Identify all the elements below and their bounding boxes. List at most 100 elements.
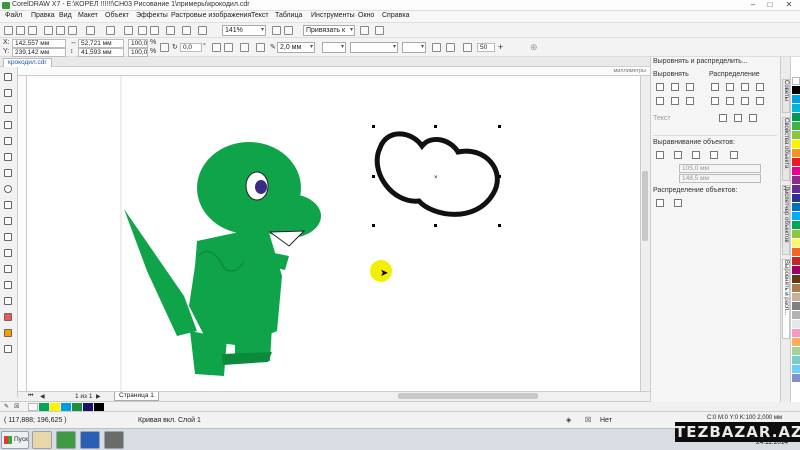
menu-window[interactable]: Окно [358,12,374,19]
menu-effects[interactable]: Эффекты [136,12,168,19]
menu-view[interactable]: Вид [59,12,72,19]
menu-layout[interactable]: Макет [78,12,98,19]
reduce-nodes-icon[interactable] [432,43,441,52]
redo-icon[interactable] [106,26,115,35]
palette-swatch[interactable] [792,311,800,319]
palette-swatch[interactable] [792,266,800,274]
launch-icon[interactable] [375,26,384,35]
tab-hints[interactable]: Советы [782,79,790,113]
distribute-to-page-icon[interactable] [674,199,682,207]
text-last-line-icon[interactable] [734,114,742,122]
align-to-point-icon[interactable] [730,151,738,159]
palette-swatch[interactable] [792,104,800,112]
import-icon[interactable] [138,26,147,35]
parallel-dimension-tool-icon[interactable] [4,233,14,243]
position-y-field[interactable]: 148,5 мм [679,174,761,183]
distribute-top-icon[interactable] [711,97,719,105]
palette-swatch[interactable] [792,347,800,355]
palette-swatch[interactable] [792,158,800,166]
align-top-icon[interactable] [656,97,664,105]
document-palette-swatch[interactable] [50,403,60,411]
palette-swatch[interactable] [792,365,800,373]
lock-ratio-icon[interactable] [160,43,169,52]
menu-text[interactable]: Текст [251,12,269,19]
shape-tool-icon[interactable] [4,89,14,99]
tab-object-properties[interactable]: Свойства объекта [782,117,790,181]
start-arrowhead-combo[interactable]: ▾ [322,42,346,53]
align-center-v-icon[interactable] [671,97,679,105]
curve-smoothing-icon[interactable] [463,43,472,52]
palette-swatch[interactable] [792,140,800,148]
line-style-combo[interactable]: ▾ [350,42,398,53]
end-arrowhead-combo[interactable]: ▾ [402,42,426,53]
document-palette-swatch[interactable] [72,403,82,411]
menu-bitmaps[interactable]: Растровые изображения [171,12,251,19]
artistic-media-tool-icon[interactable] [4,153,14,163]
word-taskbar-icon[interactable] [80,431,100,449]
menu-object[interactable]: Объект [105,12,129,19]
menu-tools[interactable]: Инструменты [311,12,355,19]
palette-swatch[interactable] [792,113,800,121]
palette-swatch[interactable] [792,194,800,202]
options-gear-icon[interactable] [360,26,369,35]
smart-fill-tool-icon[interactable] [4,329,14,339]
palette-dropper-icon[interactable]: ✎ [4,403,9,410]
cut-icon[interactable] [44,26,53,35]
undo-icon[interactable] [86,26,95,35]
palette-swatch[interactable] [792,275,800,283]
distribute-to-selection-icon[interactable] [656,199,664,207]
app-launcher-icon[interactable] [182,26,191,35]
outline-width-combo[interactable]: 2,0 мм ▾ [277,42,315,53]
align-center-h-icon[interactable] [671,83,679,91]
align-to-page-edge-icon[interactable] [674,151,682,159]
menu-edit[interactable]: Правка [31,12,55,19]
width-field[interactable]: 52,721 мм [78,39,124,48]
horizontal-ruler[interactable]: миллиметры [18,67,650,76]
palette-swatch[interactable] [792,212,800,220]
welcome-screen-icon[interactable] [198,26,207,35]
palette-swatch[interactable] [792,248,800,256]
palette-swatch[interactable] [792,86,800,94]
menu-help[interactable]: Справка [382,12,409,19]
align-to-active-icon[interactable] [656,151,664,159]
align-right-icon[interactable] [686,83,694,91]
x-position-field[interactable]: 142,557 мм [12,39,66,48]
rulers-icon[interactable] [284,26,293,35]
app-taskbar-icon[interactable] [104,431,124,449]
outline-pen-tool-icon[interactable] [4,345,14,355]
document-palette-swatch[interactable] [39,403,49,411]
height-field[interactable]: 41,593 мм [78,48,124,57]
distribute-right-icon[interactable] [756,83,764,91]
align-to-grid-icon[interactable] [710,151,718,159]
start-button[interactable]: Пуск [1,431,29,449]
palette-swatch[interactable] [792,320,800,328]
mirror-horizontal-icon[interactable] [212,43,221,52]
ellipse-tool-icon[interactable] [4,185,14,195]
freehand-tool-icon[interactable] [4,137,14,147]
palette-swatch[interactable] [792,302,800,310]
horizontal-scroll-thumb[interactable] [398,393,538,399]
mirror-vertical-icon[interactable] [224,43,233,52]
vertical-ruler[interactable] [18,76,27,391]
add-preset-icon[interactable]: ⊕ [530,42,538,53]
close-curve-icon[interactable] [240,43,249,52]
palette-swatch[interactable] [792,149,800,157]
palette-swatch[interactable] [792,185,800,193]
next-page-icon[interactable]: ▶ [96,393,101,400]
document-palette-swatch[interactable] [94,403,104,411]
search-content-icon[interactable] [124,26,133,35]
coreldraw-taskbar-icon[interactable] [56,431,76,449]
transparency-tool-icon[interactable] [4,281,14,291]
text-bbox-icon[interactable] [749,114,757,122]
palette-swatch[interactable] [792,284,800,292]
add-icon[interactable]: + [498,42,503,52]
text-tool-icon[interactable] [4,217,14,227]
first-page-icon[interactable]: ⏮ [28,393,33,400]
align-to-page-center-icon[interactable] [692,151,700,159]
rectangle-tool-icon[interactable] [4,169,14,179]
palette-swatch[interactable] [792,356,800,364]
maximize-button[interactable]: □ [762,0,778,10]
document-palette-swatch[interactable] [83,403,93,411]
zoom-level-combo[interactable]: 141% ▾ [222,25,266,36]
zoom-tool-icon[interactable] [4,121,14,131]
